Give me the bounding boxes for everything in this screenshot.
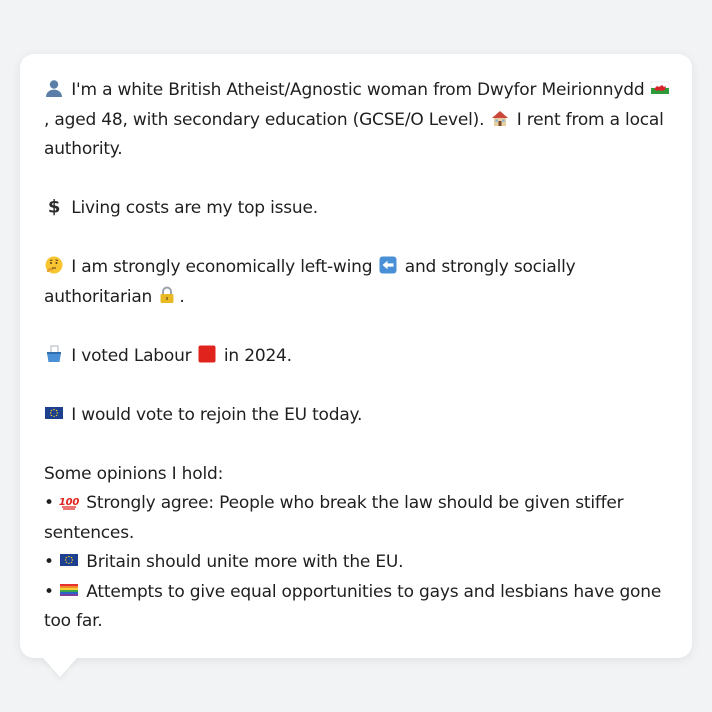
house-icon: [490, 108, 510, 128]
ballot-box-icon: [44, 344, 64, 364]
red-square-icon: [197, 344, 217, 364]
bullet: •: [44, 581, 54, 602]
politics-text-1: I am strongly economically left-wing: [71, 257, 373, 277]
vote-text-1: I voted Labour: [71, 345, 192, 366]
list-item: • Attempts to give equal opportunities t…: [44, 578, 672, 637]
bullet: •: [44, 552, 54, 572]
bullet: •: [44, 493, 54, 513]
left-arrow-icon: [378, 255, 398, 275]
thinking-face-icon: [44, 255, 64, 275]
eu-flag-icon: [44, 403, 64, 423]
vote-paragraph: I voted Labour in 2024.: [44, 342, 672, 372]
issue-paragraph: $ Living costs are my top issue.: [44, 194, 672, 224]
eu-paragraph: I would vote to rejoin the EU today.: [44, 401, 672, 431]
intro-paragraph: I'm a white British Atheist/Agnostic wom…: [44, 76, 672, 165]
lock-icon: [157, 285, 177, 305]
bubble-tail: [42, 657, 78, 677]
list-item: • 100 Strongly agree: People who break t…: [44, 489, 672, 548]
politics-text-3: .: [179, 286, 185, 307]
hundred-points-icon: 100: [59, 491, 79, 511]
intro-text-2: , aged 48, with secondary education (GCS…: [44, 109, 485, 130]
dollar-sign-icon: $: [44, 196, 64, 217]
list-item: • Britain should unite more with the EU.: [44, 548, 672, 578]
intro-text-1: I'm a white British Atheist/Agnostic wom…: [71, 80, 645, 100]
message-bubble: I'm a white British Atheist/Agnostic wom…: [20, 54, 692, 658]
eu-flag-icon: [59, 550, 79, 570]
svg-text:100: 100: [59, 497, 79, 508]
politics-paragraph: I am strongly economically left-wing and…: [44, 253, 672, 312]
opinion-text: Attempts to give equal opportunities to …: [44, 581, 662, 632]
opinions-heading: Some opinions I hold:: [44, 463, 224, 484]
issue-text: Living costs are my top issue.: [71, 198, 318, 218]
svg-text:$: $: [48, 197, 60, 217]
wales-flag-icon: [650, 78, 670, 98]
opinion-text: Britain should unite more with the EU.: [86, 552, 404, 572]
opinion-text: Strongly agree: People who break the law…: [44, 493, 624, 543]
eu-text: I would vote to rejoin the EU today.: [71, 404, 363, 425]
bust-in-silhouette-icon: [44, 78, 64, 98]
vote-text-2: in 2024.: [223, 345, 292, 366]
rainbow-flag-icon: [59, 580, 79, 600]
